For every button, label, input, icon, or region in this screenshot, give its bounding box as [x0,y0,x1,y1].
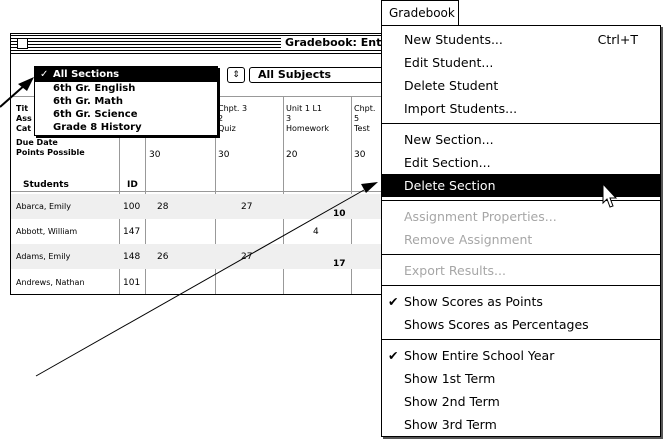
callout-arrow-delete-section [35,182,378,377]
callout-arrow-sections [0,77,34,108]
callout-overlay [0,77,618,377]
mouse-pointer-icon [602,182,618,208]
